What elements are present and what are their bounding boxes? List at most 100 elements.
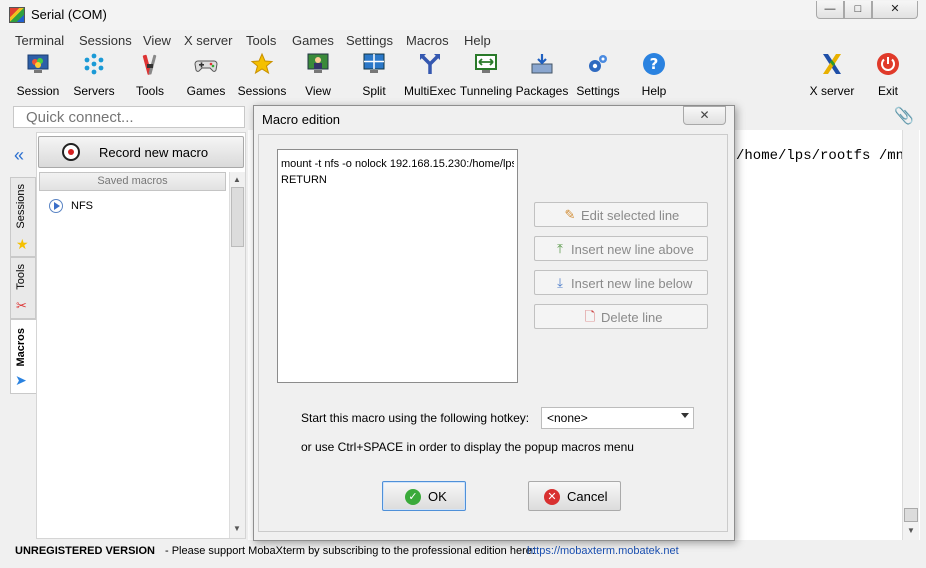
servers-icon (84, 53, 104, 75)
toolbar: Session Servers Tools Games Sessions Vie… (0, 50, 926, 102)
quick-connect-input[interactable] (13, 106, 245, 128)
ok-button[interactable]: ✓ OK (382, 481, 466, 511)
scroll-down-icon[interactable]: ▼ (907, 526, 915, 535)
toolbar-exit-button[interactable]: Exit (858, 52, 918, 100)
toolbar-packages-button[interactable]: Packages (512, 52, 572, 100)
tab-tools-label: Tools (15, 264, 27, 290)
menu-macros[interactable]: Macros (406, 33, 449, 48)
toolbar-label: Games (186, 84, 226, 98)
tunneling-icon (475, 54, 497, 73)
unregistered-label: UNREGISTERED VERSION (15, 545, 155, 557)
insert-line-above-button[interactable]: ⤒ Insert new line above (534, 236, 708, 261)
play-icon[interactable] (49, 199, 63, 213)
menu-bar: Terminal Sessions View X server Tools Ga… (0, 30, 926, 50)
toolbar-label: Settings (576, 84, 620, 98)
toolbar-view-button[interactable]: View (288, 52, 348, 100)
split-icon (363, 53, 385, 73)
tools-icon: ✂ (16, 298, 27, 313)
left-panel-scrollbar[interactable]: ▲ ▼ (229, 172, 245, 538)
macro-list-item[interactable]: NFS (71, 200, 93, 212)
title-bar (0, 0, 926, 30)
delete-line-label: Delete line (601, 310, 663, 325)
record-icon (62, 143, 80, 161)
tab-sessions-label: Sessions (15, 184, 27, 229)
toolbar-label: MultiExec (403, 84, 456, 98)
app-icon (9, 7, 25, 23)
scroll-down-icon[interactable]: ▼ (233, 524, 241, 533)
saved-macros-header: Saved macros (39, 172, 226, 191)
toolbar-label: Servers (73, 84, 115, 98)
toolbar-xserver-button[interactable]: X server (802, 52, 862, 100)
double-chevron-left-icon[interactable]: « (14, 145, 24, 166)
hotkey-label: Start this macro using the following hot… (301, 411, 530, 425)
dialog-close-button[interactable]: ✕ (683, 106, 726, 125)
cancel-button[interactable]: ✕ Cancel (528, 481, 621, 511)
scroll-up-icon[interactable]: ▲ (233, 175, 241, 184)
delete-icon: 🗋 (584, 309, 596, 324)
tab-tools[interactable]: Tools ✂ (10, 257, 36, 319)
menu-help[interactable]: Help (464, 33, 491, 48)
cancel-label: Cancel (567, 489, 608, 504)
toolbar-help-button[interactable]: ? Help (624, 52, 684, 100)
macro-line[interactable]: mount -t nfs -o nolock 192.168.15.230:/h… (281, 156, 514, 172)
toolbar-label: Tunneling (459, 84, 513, 98)
toolbar-split-button[interactable]: Split (344, 52, 404, 100)
dialog-title: Macro edition (262, 112, 341, 127)
sessions-star-icon (250, 52, 274, 75)
macro-lines-list[interactable]: mount -t nfs -o nolock 192.168.15.230:/h… (277, 149, 518, 383)
macro-line[interactable]: RETURN (281, 172, 514, 188)
menu-games[interactable]: Games (292, 33, 334, 48)
tab-sessions[interactable]: Sessions ★ (10, 177, 36, 257)
support-message: - Please support MobaXterm by subscribin… (165, 545, 535, 557)
menu-settings[interactable]: Settings (346, 33, 393, 48)
toolbar-tools-button[interactable]: Tools (120, 52, 180, 100)
arrow-down-icon: ⤓ (557, 275, 563, 290)
toolbar-label: Session (16, 84, 60, 98)
chevron-down-icon[interactable] (681, 413, 689, 418)
insert-line-above-label: Insert new line above (571, 242, 694, 257)
cancel-icon: ✕ (544, 489, 560, 505)
view-icon (307, 53, 329, 73)
toolbar-label: Exit (877, 84, 898, 98)
paper-plane-icon: ➤ (15, 372, 27, 388)
toolbar-sessions-button[interactable]: Sessions (232, 52, 292, 100)
minimize-button[interactable]: — (816, 1, 844, 19)
insert-line-below-button[interactable]: ⤓ Insert new line below (534, 270, 708, 295)
menu-tools[interactable]: Tools (246, 33, 276, 48)
toolbar-multiexec-button[interactable]: MultiExec (400, 52, 460, 100)
toolbar-label: X server (809, 84, 855, 98)
toolbar-label: View (305, 84, 331, 98)
maximize-button[interactable]: □ (844, 1, 872, 19)
window-title: Serial (COM) (31, 7, 107, 22)
toolbar-settings-button[interactable]: Settings (568, 52, 628, 100)
packages-icon (531, 54, 553, 74)
star-icon: ★ (16, 236, 29, 252)
record-macro-label: Record new macro (99, 145, 209, 160)
macros-panel (36, 132, 246, 539)
tab-macros[interactable]: Macros ➤ (10, 319, 36, 394)
close-button[interactable]: ✕ (872, 1, 918, 19)
toolbar-servers-button[interactable]: Servers (64, 52, 124, 100)
delete-line-button[interactable]: 🗋 Delete line (534, 304, 708, 329)
tab-macros-label: Macros (15, 328, 27, 367)
popup-hint-text: or use Ctrl+SPACE in order to display th… (301, 440, 634, 454)
scrollbar-thumb[interactable] (904, 508, 918, 522)
toolbar-label: Sessions (237, 84, 287, 98)
toolbar-tunneling-button[interactable]: Tunneling (456, 52, 516, 100)
toolbar-label: Help (641, 84, 667, 98)
menu-view[interactable]: View (143, 33, 171, 48)
menu-xserver[interactable]: X server (184, 33, 232, 48)
toolbar-games-button[interactable]: Games (176, 52, 236, 100)
toolbar-label: Split (362, 84, 386, 98)
menu-sessions[interactable]: Sessions (79, 33, 132, 48)
paperclip-icon[interactable]: 📎 (894, 106, 914, 126)
terminal-scrollbar[interactable]: ▼ (902, 130, 919, 540)
menu-terminal[interactable]: Terminal (15, 33, 64, 48)
toolbar-session-button[interactable]: Session (8, 52, 68, 100)
edit-selected-line-button[interactable]: ✎ Edit selected line (534, 202, 708, 227)
mobatek-link[interactable]: https://mobaxterm.mobatek.net (527, 545, 679, 557)
help-icon: ? (643, 53, 665, 75)
hotkey-select[interactable]: <none> (541, 407, 694, 429)
session-icon (27, 54, 49, 73)
scrollbar-thumb[interactable] (231, 187, 244, 247)
